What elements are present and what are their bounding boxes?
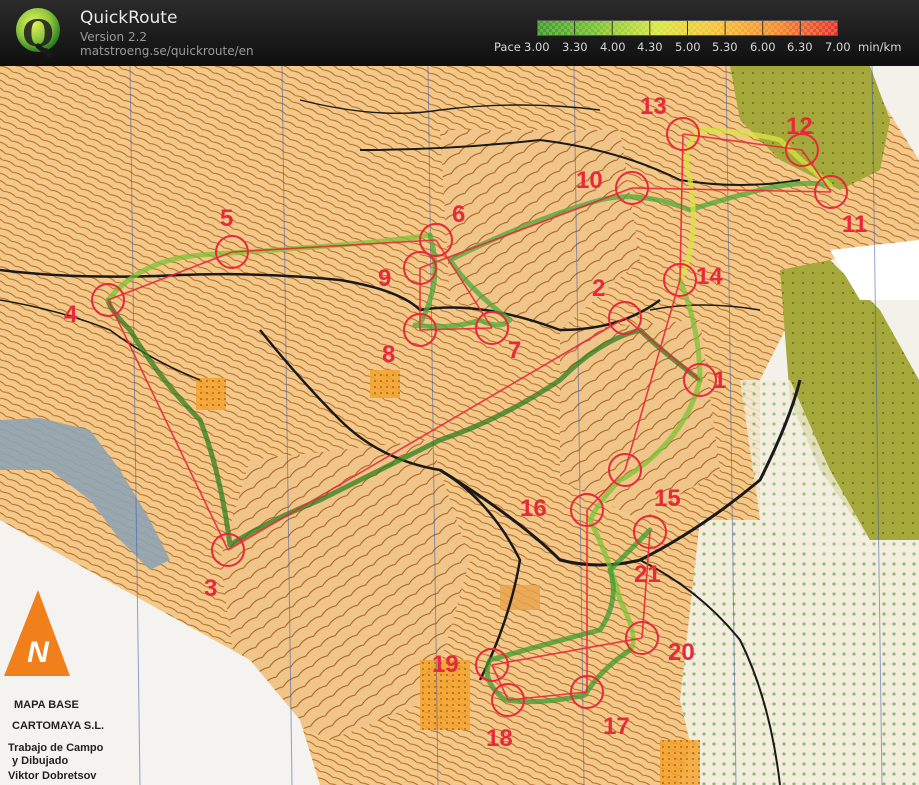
- pace-unit: min/km: [858, 40, 902, 54]
- control-number: 21: [634, 561, 661, 588]
- control-number: 6: [452, 201, 465, 228]
- pace-tick: 7.00: [825, 40, 851, 54]
- control-number: 4: [64, 301, 78, 328]
- app-version: Version 2.2: [80, 30, 148, 44]
- app-header: Q QuickRoute Version 2.2 matstroeng.se/q…: [0, 0, 919, 66]
- control-number: 5: [220, 205, 233, 232]
- pace-label: Pace: [494, 40, 521, 54]
- credit-line: CARTOMAYA S.L.: [12, 720, 104, 732]
- control-number: 1: [713, 367, 726, 394]
- rough-open: [370, 370, 400, 398]
- credit-line: Trabajo de Campo: [8, 742, 104, 754]
- control-number: 3: [204, 575, 217, 602]
- quickroute-logo-icon: Q: [16, 8, 60, 58]
- control-number: 8: [382, 341, 395, 368]
- control-number: 11: [842, 211, 867, 238]
- pace-tick: 4.00: [600, 40, 626, 54]
- pace-tick: 4.30: [637, 40, 663, 54]
- rough-open: [660, 740, 700, 785]
- north-arrow-label: N: [27, 636, 50, 669]
- control-number: 15: [654, 485, 681, 512]
- credit-line: MAPA BASE: [14, 699, 79, 711]
- control-number: 2: [592, 275, 605, 302]
- rough-open: [500, 585, 540, 610]
- credit-line: Viktor Dobretsov: [8, 770, 97, 782]
- pace-tick: 5.00: [675, 40, 701, 54]
- pace-tick: 3.00: [524, 40, 550, 54]
- pace-tick: 5.30: [712, 40, 738, 54]
- rough-open: [196, 378, 226, 410]
- orienteering-map[interactable]: 1 2 3 4 5 6 7 8 9 10 11 12 13 14 15 16 1…: [0, 66, 919, 785]
- control-number: 7: [508, 337, 521, 364]
- pace-tick: 3.30: [562, 40, 588, 54]
- pace-tick: 6.00: [750, 40, 776, 54]
- pace-color-scale: [537, 20, 838, 36]
- control-number: 18: [486, 725, 513, 752]
- control-number: 10: [576, 167, 603, 194]
- control-number: 14: [696, 263, 723, 290]
- control-number: 16: [520, 495, 547, 522]
- control-number: 9: [378, 265, 391, 292]
- control-number: 12: [786, 113, 813, 140]
- control-number: 13: [640, 93, 667, 120]
- pace-tick: 6.30: [787, 40, 813, 54]
- credit-line: y Dibujado: [12, 755, 69, 767]
- control-number: 20: [668, 639, 695, 666]
- control-number: 17: [603, 713, 630, 740]
- control-number: 19: [432, 651, 459, 678]
- app-title: QuickRoute: [80, 8, 178, 28]
- app-url: matstroeng.se/quickroute/en: [80, 44, 254, 58]
- quickroute-window: Q QuickRoute Version 2.2 matstroeng.se/q…: [0, 0, 919, 785]
